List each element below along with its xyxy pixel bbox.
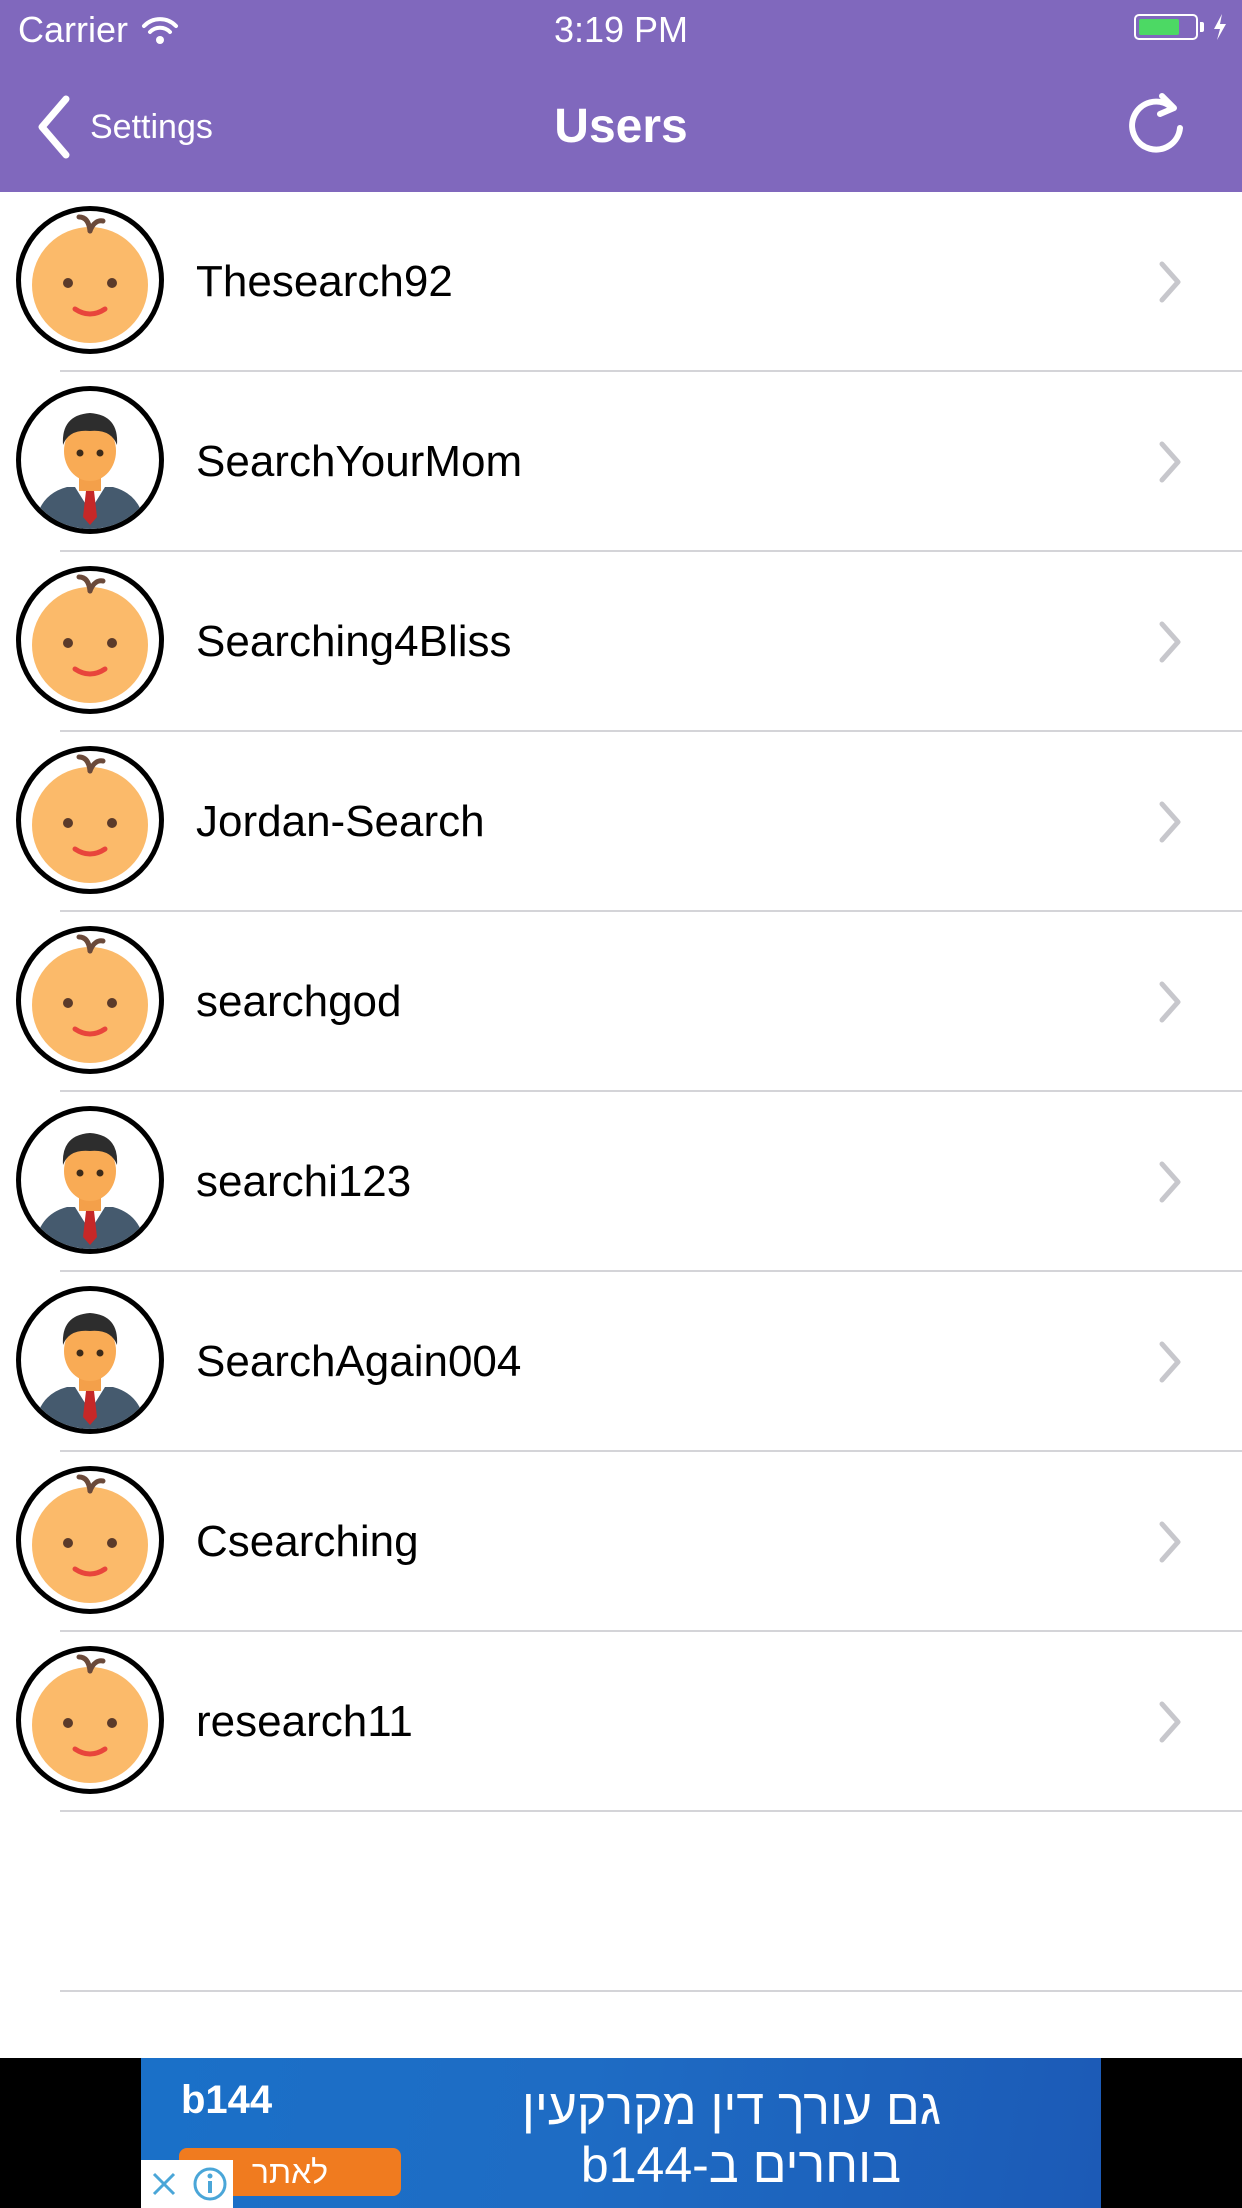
businessman-avatar-icon [35,413,145,529]
ad-banner[interactable]: b144 לאתר גם עורך דין מקרקעין בוחרים ב-b… [141,2058,1101,2208]
chevron-right-icon [1159,261,1181,303]
page-title: Users [554,100,688,153]
chevron-right-icon [1159,621,1181,663]
avatar [16,1646,164,1794]
app-screen: Carrier 3:19 PM Settings Users Thesearch… [0,0,1242,2208]
avatar [16,1466,164,1614]
avatar [16,206,164,354]
users-list: Thesearch92 SearchYourMom Searching4Blis… [0,192,1242,1812]
battery-icon [1134,14,1198,40]
ad-close-icon[interactable] [141,2160,187,2208]
user-row[interactable]: SearchAgain004 [0,1272,1242,1452]
chevron-right-icon [1159,1341,1181,1383]
user-name: Searching4Bliss [196,617,512,666]
user-name: Jordan-Search [196,797,485,846]
chevron-right-icon [1159,981,1181,1023]
user-name: SearchAgain004 [196,1337,522,1386]
baby-avatar-icon [32,214,148,343]
charging-bolt-icon [1214,14,1226,40]
avatar [16,926,164,1074]
user-row[interactable]: searchgod [0,912,1242,1092]
chevron-right-icon [1159,1161,1181,1203]
empty-list-row [0,1812,1242,1992]
ad-headline: גם עורך דין מקרקעין [521,2079,941,2135]
chevron-right-icon [1159,1521,1181,1563]
user-row[interactable]: Thesearch92 [0,192,1242,372]
ad-brand-logo: b144 [181,2078,273,2122]
ad-info-icon[interactable] [187,2160,233,2208]
user-row[interactable]: Jordan-Search [0,732,1242,912]
user-row[interactable]: Searching4Bliss [0,552,1242,732]
avatar [16,746,164,894]
businessman-avatar-icon [35,1313,145,1429]
avatar [16,566,164,714]
user-row[interactable]: Csearching [0,1452,1242,1632]
user-row[interactable]: SearchYourMom [0,372,1242,552]
ad-subline: בוחרים ב-b144 [580,2137,901,2193]
avatar [16,386,164,534]
ad-controls [141,2160,233,2208]
user-name: searchgod [196,977,402,1026]
battery-tip [1200,22,1204,32]
chevron-right-icon [1159,441,1181,483]
user-name: Csearching [196,1517,419,1566]
user-name: Thesearch92 [196,257,453,306]
status-bar-right [1134,14,1228,40]
avatar [16,1106,164,1254]
user-row[interactable]: searchi123 [0,1092,1242,1272]
navigation-bar: Carrier 3:19 PM Settings Users [0,0,1242,192]
user-name: SearchYourMom [196,437,523,486]
chevron-right-icon [1159,1701,1181,1743]
baby-avatar-icon [32,574,148,703]
refresh-icon[interactable] [1126,92,1186,156]
avatar [16,1286,164,1434]
baby-avatar-icon [32,1654,148,1783]
user-name: searchi123 [196,1157,412,1206]
status-time: 3:19 PM [553,9,689,50]
baby-avatar-icon [32,934,148,1063]
user-name: research11 [196,1697,413,1746]
baby-avatar-icon [32,1474,148,1603]
user-row[interactable]: research11 [0,1632,1242,1812]
baby-avatar-icon [32,754,148,883]
businessman-avatar-icon [35,1133,145,1249]
chevron-right-icon [1159,801,1181,843]
